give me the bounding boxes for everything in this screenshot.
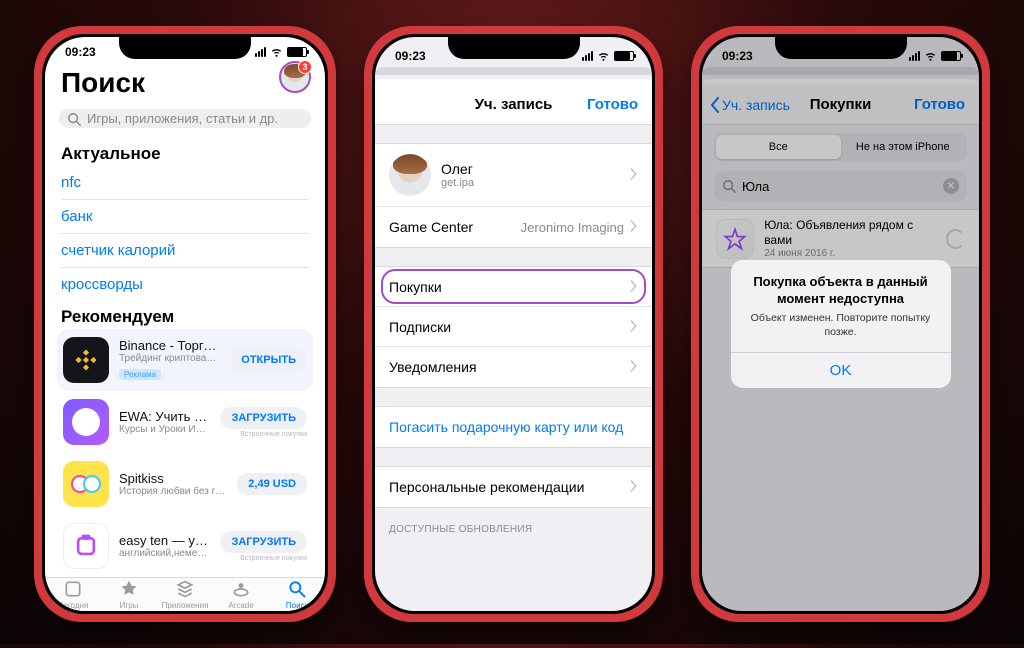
wifi-icon — [270, 47, 283, 57]
chevron-right-icon — [630, 479, 638, 495]
trending-item[interactable]: банк — [61, 200, 309, 234]
cellular-icon — [255, 47, 266, 57]
search-input[interactable]: Игры, приложения, статьи и др. — [59, 109, 311, 128]
chevron-right-icon — [630, 359, 638, 375]
cell-label: Подписки — [389, 319, 451, 335]
tab-apps[interactable]: Приложения — [157, 578, 213, 611]
alert-ok-button[interactable]: OK — [731, 352, 951, 388]
notch — [448, 37, 580, 59]
cell-label: Персональные рекомендации — [389, 479, 584, 495]
app-title: EWA: Учить Английский с нуля — [119, 409, 210, 424]
section-trending-title: Актуальное — [45, 138, 325, 166]
status-time: 09:23 — [395, 49, 426, 63]
phone-account: 09:23 Уч. запись Готово Олег get.ipa Gam… — [364, 26, 663, 622]
status-time: 09:23 — [65, 45, 96, 59]
app-subtitle: Трейдинг криптовалют — [119, 353, 220, 364]
profile-name: Олег — [441, 161, 474, 177]
purchases-cell[interactable]: Покупки — [375, 267, 652, 307]
tab-games[interactable]: Игры — [101, 578, 157, 611]
personal-recs-cell[interactable]: Персональные рекомендации — [375, 467, 652, 507]
battery-icon — [287, 47, 307, 57]
app-card[interactable]: EWA: Учить Английский с нуля Курсы и Уро… — [57, 391, 313, 453]
avatar-badge: 3 — [298, 60, 312, 74]
app-title: Binance - Торговля Битком... — [119, 338, 220, 353]
app-icon-spitkiss — [63, 461, 109, 507]
alert-title: Покупка объекта в данный момент недоступ… — [731, 260, 951, 312]
app-card[interactable]: Binance - Торговля Битком... Трейдинг кр… — [57, 329, 313, 391]
tab-today[interactable]: Сегодня — [45, 578, 101, 611]
cell-label: Погасить подарочную карту или код — [389, 419, 623, 435]
search-icon — [287, 579, 307, 599]
app-icon-binance — [63, 337, 109, 383]
tab-search[interactable]: Поиск — [269, 578, 325, 611]
app-subtitle: английский,немецкий,испанск... — [119, 548, 210, 559]
nav-bar: Уч. запись Готово — [375, 85, 652, 125]
trending-item[interactable]: счетчик калорий — [61, 234, 309, 268]
section-recs-title: Рекомендуем — [45, 301, 325, 329]
tab-bar: Сегодня Игры Приложения Arcade Поиск — [45, 577, 325, 611]
search-icon — [67, 112, 81, 126]
modal-dim: Покупка объекта в данный момент недоступ… — [702, 37, 979, 611]
app-title: easy ten — учи 10 слов в день — [119, 533, 210, 548]
phone-search: 09:23 Поиск 3 Игры, приложения, статьи и… — [34, 26, 336, 622]
cell-label: Уведомления — [389, 359, 477, 375]
app-subtitle: Курсы и Уроки Испанского Яз... — [119, 424, 210, 435]
iap-label: Встроенные покупки — [220, 555, 307, 562]
chevron-right-icon — [630, 319, 638, 335]
iap-label: Встроенные покупки — [220, 431, 307, 438]
subscriptions-cell[interactable]: Подписки — [375, 307, 652, 347]
chevron-right-icon — [630, 167, 638, 183]
trending-item[interactable]: nfc — [61, 166, 309, 200]
today-icon — [63, 579, 83, 599]
redeem-cell[interactable]: Погасить подарочную карту или код — [375, 407, 652, 447]
cellular-icon — [582, 51, 593, 61]
app-icon-ewa — [63, 399, 109, 445]
price-button[interactable]: 2,49 USD — [237, 473, 307, 495]
page-title: Поиск — [61, 67, 309, 99]
gamecenter-cell[interactable]: Game Center Jeronimo Imaging — [375, 207, 652, 247]
app-title: Spitkiss — [119, 471, 227, 486]
app-card[interactable]: Spitkiss История любви без границ 2,49 U… — [57, 453, 313, 515]
avatar-icon — [389, 154, 431, 196]
alert-dialog: Покупка объекта в данный момент недоступ… — [731, 260, 951, 387]
notifications-cell[interactable]: Уведомления — [375, 347, 652, 387]
cell-value: Jeronimo Imaging — [521, 220, 624, 235]
chevron-right-icon — [630, 220, 638, 235]
app-subtitle: История любви без границ — [119, 486, 227, 497]
get-button[interactable]: ЗАГРУЗИТЬ — [220, 407, 307, 429]
done-button[interactable]: Готово — [587, 96, 638, 113]
open-button[interactable]: ОТКРЫТЬ — [230, 349, 307, 371]
apps-icon — [175, 579, 195, 599]
nav-title: Уч. запись — [475, 96, 553, 113]
tab-arcade[interactable]: Arcade — [213, 578, 269, 611]
phone-purchases: 09:23 Уч. запись Покупки Готово Все Не н… — [691, 26, 990, 622]
profile-sub: get.ipa — [441, 177, 474, 189]
notch — [119, 37, 251, 59]
search-placeholder: Игры, приложения, статьи и др. — [87, 111, 278, 126]
games-icon — [119, 579, 139, 599]
trending-item[interactable]: кроссворды — [61, 268, 309, 301]
arcade-icon — [231, 579, 251, 599]
app-card[interactable]: easy ten — учи 10 слов в день английский… — [57, 515, 313, 577]
account-avatar[interactable]: 3 — [279, 61, 311, 93]
ad-badge: Реклама — [119, 369, 161, 380]
app-icon-easyten — [63, 523, 109, 569]
cell-label: Покупки — [389, 279, 442, 295]
updates-header: ДОСТУПНЫЕ ОБНОВЛЕНИЯ — [375, 508, 652, 541]
wifi-icon — [597, 51, 610, 61]
get-button[interactable]: ЗАГРУЗИТЬ — [220, 531, 307, 553]
profile-cell[interactable]: Олег get.ipa — [375, 144, 652, 207]
chevron-right-icon — [630, 279, 638, 295]
cell-label: Game Center — [389, 219, 473, 235]
alert-message: Объект изменен. Повторите попытку позже. — [731, 312, 951, 351]
notch — [775, 37, 907, 59]
battery-icon — [614, 51, 634, 61]
